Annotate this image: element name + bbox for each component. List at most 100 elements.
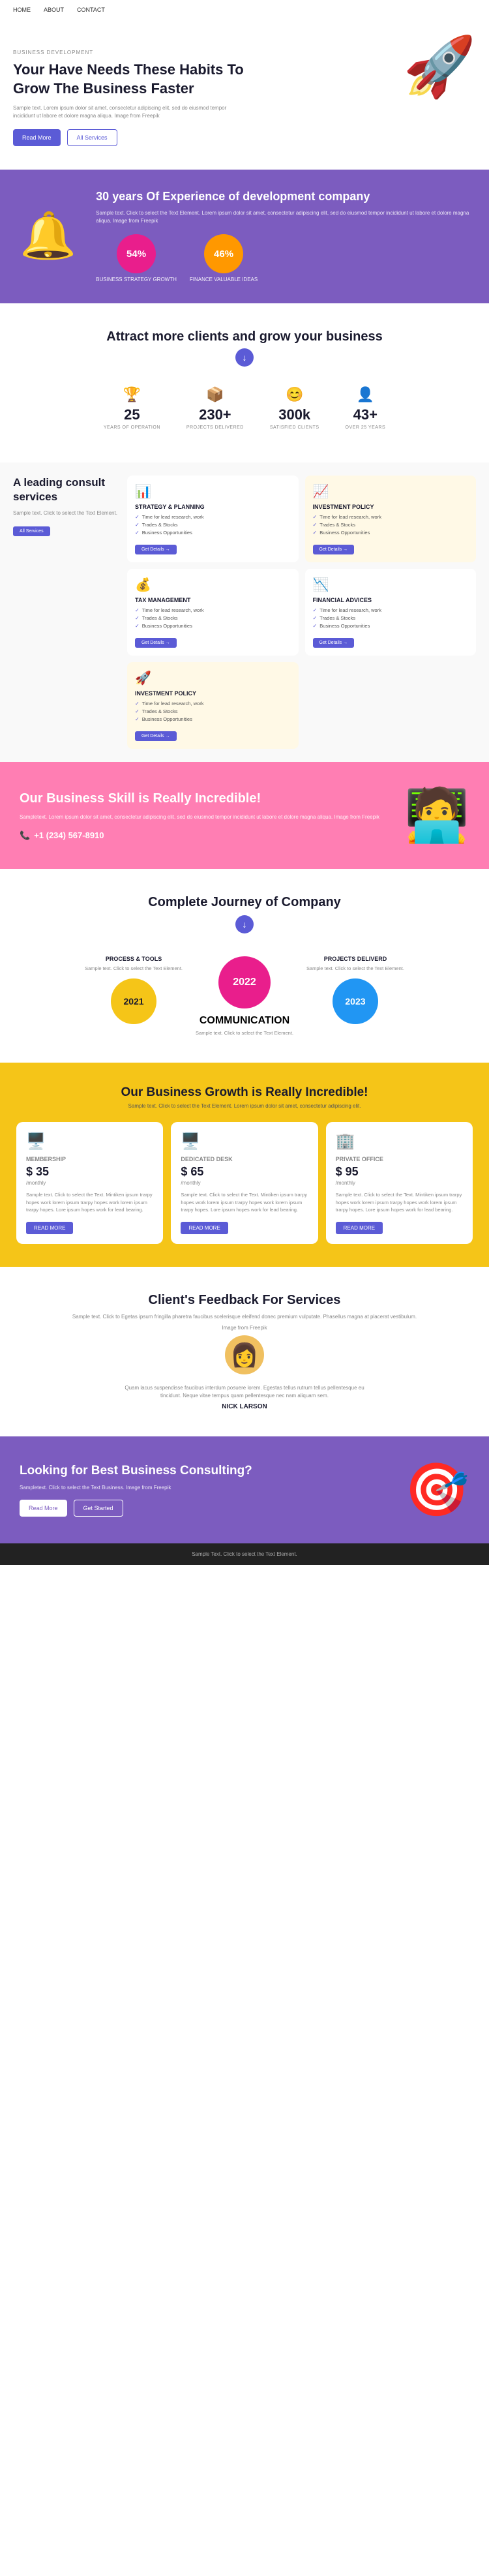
navigation: HOME ABOUT CONTACT — [0, 0, 489, 20]
plan-private-period: /monthly — [336, 1180, 463, 1186]
list-item: ✓Time for lead research, work — [313, 513, 469, 521]
hero-tag: BUSINESS DEVELOPMENT — [13, 50, 248, 55]
list-item: ✓Business Opportunities — [313, 622, 469, 630]
list-item: ✓Time for lead research, work — [135, 513, 291, 521]
plans-row: 🖥️ MEMBERSHIP $ 35 /monthly Sample text.… — [16, 1122, 473, 1244]
service-tax-list: ✓Time for lead research, work ✓Trades & … — [135, 607, 291, 630]
plan-dedicated-price: $ 65 — [181, 1165, 308, 1179]
financial-details-btn[interactable]: Get Details → — [313, 638, 355, 648]
down-arrow-icon: ↓ — [235, 348, 254, 367]
services-layout: A leading consult services Sample text. … — [13, 476, 476, 749]
stat-years: 🏆 25 YEARS OF OPERATION — [104, 386, 160, 430]
box-icon: 📦 — [186, 386, 244, 403]
plan-dedicated-desc: Sample text. Click to select the Text. M… — [181, 1191, 308, 1213]
experience-banner: 🔔 30 years Of Experience of development … — [0, 170, 489, 303]
trophy-icon: 🏆 — [104, 386, 160, 403]
dedicated-read-btn[interactable]: READ MORE — [181, 1222, 228, 1234]
phone-number: 📞 +1 (234) 567-8910 — [20, 830, 391, 841]
all-services-button[interactable]: All Services — [67, 129, 117, 146]
journey-item-2023: PROJECTS DELIVERD Sample text. Click to … — [303, 956, 408, 1031]
nav-home[interactable]: HOME — [13, 7, 31, 13]
hero-description: Sample text. Lorem ipsum dolor sit amet,… — [13, 104, 248, 120]
bottom-description: Sampletext. Click to select the Text Bus… — [20, 1485, 391, 1491]
feedback-quote: Quam lacus suspendisse faucibus interdum… — [114, 1384, 375, 1400]
bottom-read-more-btn[interactable]: Read More — [20, 1500, 67, 1517]
service-card-financial: 📉 FINANCIAL ADVICES ✓Time for lead resea… — [305, 569, 477, 656]
journey-2023-desc: Sample text. Click to select the Text El… — [303, 965, 408, 973]
check-icon: ✓ — [135, 615, 140, 621]
service-strategy-list: ✓Time for lead research, work ✓Trades & … — [135, 513, 291, 537]
banner-text-block: 30 years Of Experience of development co… — [96, 189, 469, 284]
private-read-btn[interactable]: READ MORE — [336, 1222, 383, 1234]
stat-clients: 😊 300k SATISFIED CLIENTS — [270, 386, 319, 430]
smile-icon: 😊 — [270, 386, 319, 403]
plan-private-price: $ 95 — [336, 1165, 463, 1179]
hero-section: BUSINESS DEVELOPMENT Your Have Needs The… — [0, 20, 489, 170]
investment-details-btn[interactable]: Get Details → — [313, 545, 355, 554]
skill-text-block: Our Business Skill is Really Incredible!… — [20, 790, 391, 841]
banner-title: 30 years Of Experience of development co… — [96, 189, 469, 204]
investment-icon: 📈 — [313, 483, 469, 500]
hero-text-block: BUSINESS DEVELOPMENT Your Have Needs The… — [13, 50, 248, 146]
growth-description: Sample text. Click to select the Text El… — [16, 1103, 473, 1109]
bottom-banner: Looking for Best Business Consulting? Sa… — [0, 1436, 489, 1543]
membership-icon: 🖥️ — [26, 1132, 153, 1151]
check-icon: ✓ — [135, 530, 140, 536]
hero-title: Your Have Needs These Habits To Grow The… — [13, 61, 248, 98]
membership-read-btn[interactable]: READ MORE — [26, 1222, 73, 1234]
attract-section: Attract more clients and grow your busin… — [0, 303, 489, 462]
bottom-title: Looking for Best Business Consulting? — [20, 1463, 391, 1479]
nav-about[interactable]: ABOUT — [44, 7, 64, 13]
read-more-button[interactable]: Read More — [13, 129, 61, 146]
journey-title: Complete Journey of Company — [13, 895, 476, 910]
bottom-get-started-btn[interactable]: Get Started — [74, 1500, 123, 1517]
all-services-btn[interactable]: All Services — [13, 526, 50, 536]
reviewer-avatar: 👩 — [225, 1335, 264, 1374]
stat-clients-desc: SATISFIED CLIENTS — [270, 425, 319, 430]
stat-business-strategy: 54% BUSINESS STRATEGY GROWTH — [96, 234, 177, 283]
stat-experience-desc: OVER 25 YEARS — [346, 425, 386, 430]
growth-title: Our Business Growth is Really Incredible… — [16, 1085, 473, 1100]
check-icon: ✓ — [135, 607, 140, 613]
list-item: ✓Trades & Stocks — [135, 521, 291, 529]
service-tax-title: TAX MANAGEMENT — [135, 597, 291, 603]
attract-title: Attract more clients and grow your busin… — [13, 329, 476, 344]
plan-private-desc: Sample text. Click to select the Text. M… — [336, 1191, 463, 1213]
list-item: ✓Business Opportunities — [135, 529, 291, 537]
check-icon: ✓ — [313, 530, 318, 536]
service-investment2-title: INVESTMENT POLICY — [135, 690, 291, 697]
hero-image: 🚀 — [346, 39, 476, 157]
list-item: ✓Business Opportunities — [135, 716, 291, 723]
list-item: ✓Business Opportunities — [135, 622, 291, 630]
investment2-details-btn[interactable]: Get Details → — [135, 731, 177, 741]
footer-text: Sample Text. Click to select the Text El… — [13, 1551, 476, 1557]
journey-item-2021: PROCESS & TOOLS Sample text. Click to se… — [82, 956, 186, 1031]
plan-dedicated: 🖥️ DEDICATED DESK $ 65 /monthly Sample t… — [171, 1122, 318, 1244]
check-icon: ✓ — [313, 623, 318, 629]
stat-circle-1: 54% — [117, 234, 156, 273]
stat-projects: 📦 230+ PROJECTS DELIVERED — [186, 386, 244, 430]
stat-experience: 👤 43+ OVER 25 YEARS — [346, 386, 386, 430]
reviewer-name: NICK LARSON — [16, 1403, 473, 1410]
service-strategy-title: STRATEGY & PLANNING — [135, 504, 291, 510]
strategy-details-btn[interactable]: Get Details → — [135, 545, 177, 554]
feedback-image-label: Image from Freepik — [16, 1324, 473, 1332]
feedback-section: Client's Feedback For Services Sample te… — [0, 1267, 489, 1436]
feedback-description: Sample text. Click to Egetas ipsum fring… — [16, 1313, 473, 1321]
year-2023-circle: 2023 — [333, 978, 378, 1024]
year-2021-circle: 2021 — [111, 978, 156, 1024]
tax-icon: 💰 — [135, 577, 291, 593]
year-2022-circle: 2022 — [218, 956, 271, 1008]
rocket-service-icon: 🚀 — [135, 670, 291, 686]
banner-description: Sample text. Click to select the Text El… — [96, 209, 469, 225]
journey-2022-title: COMMUNICATION — [196, 1015, 293, 1027]
rocket-icon: 🚀 — [403, 33, 476, 101]
nav-contact[interactable]: CONTACT — [77, 7, 105, 13]
plan-membership-desc: Sample text. Click to select the Text. M… — [26, 1191, 153, 1213]
journey-row: PROCESS & TOOLS Sample text. Click to se… — [13, 950, 476, 1037]
check-icon: ✓ — [135, 623, 140, 629]
strategy-icon: 📊 — [135, 483, 291, 500]
service-investment2-list: ✓Time for lead research, work ✓Trades & … — [135, 700, 291, 723]
tax-details-btn[interactable]: Get Details → — [135, 638, 177, 648]
stat-circle-2: 46% — [204, 234, 243, 273]
